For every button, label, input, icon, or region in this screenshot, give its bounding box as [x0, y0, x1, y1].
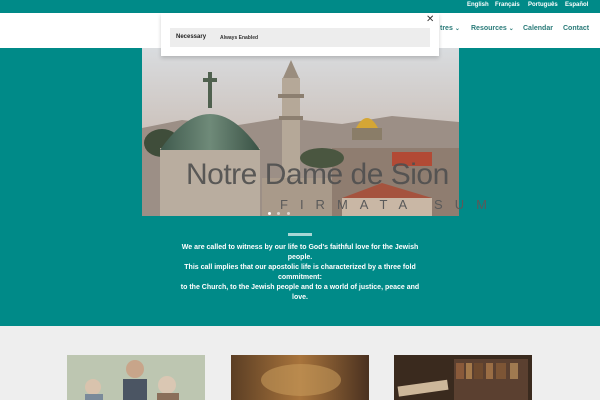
section-divider: [288, 233, 312, 236]
nav-item-label: Resources: [471, 25, 507, 32]
chevron-down-icon: ⌄: [454, 26, 460, 32]
slider-dot[interactable]: [268, 212, 271, 215]
nav-item-label: tres: [440, 25, 453, 32]
slider-dots: [268, 202, 292, 220]
mission-line: to the Church, to the Jewish people and …: [180, 284, 420, 301]
close-icon[interactable]: ✕: [426, 14, 434, 25]
group-photo-image: [67, 355, 205, 400]
cookie-category-row[interactable]: Necessary Always Enabled: [170, 28, 430, 47]
brand-motto: FIRMATA SUM: [280, 197, 499, 212]
chevron-down-icon: ⌄: [508, 26, 514, 32]
card-image-people[interactable]: [67, 355, 205, 400]
lang-francais[interactable]: Français: [495, 2, 520, 8]
lang-espanol[interactable]: Español: [565, 2, 588, 8]
nav-item-centres[interactable]: tres ⌄: [440, 25, 460, 32]
lang-portugues[interactable]: Português: [528, 2, 558, 8]
library-books-image: [394, 355, 532, 400]
cookie-consent-dialog: ✕ Necessary Always Enabled: [161, 13, 439, 56]
nav-item-contact[interactable]: Contact: [563, 25, 589, 32]
slider-dot[interactable]: [277, 212, 281, 215]
mission-line: This call implies that our apostolic lif…: [184, 264, 416, 281]
card-image-library[interactable]: [394, 355, 532, 400]
card-image-autumn[interactable]: [231, 355, 369, 400]
nav-item-resources[interactable]: Resources ⌄: [471, 25, 514, 32]
nav-item-calendar[interactable]: Calendar: [523, 25, 553, 32]
autumn-landscape-image: [231, 355, 369, 400]
language-bar: English Français Português Español: [0, 0, 600, 13]
mission-line: We are called to witness by our life to …: [181, 244, 419, 261]
cookie-category-status: Always Enabled: [220, 35, 259, 41]
slider-dot[interactable]: [286, 212, 290, 215]
brand-logo-text: Notre Dame de Sion: [186, 158, 449, 191]
mission-statement: We are called to witness by our life to …: [180, 243, 420, 303]
cookie-category-label: Necessary: [176, 34, 207, 40]
lang-english[interactable]: English: [467, 2, 489, 8]
